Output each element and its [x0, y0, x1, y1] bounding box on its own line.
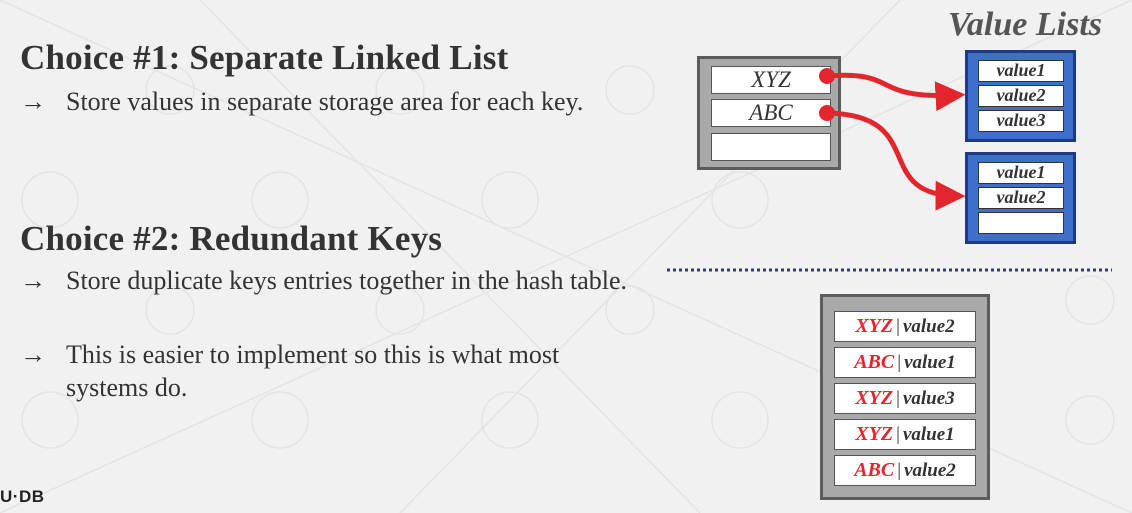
- redundant-entry-5: ABC | value2: [834, 455, 976, 486]
- redundant-keys-table: XYZ | value2 ABC | value1 XYZ | value3 XYZ | val…: [820, 294, 990, 500]
- entry-value: value2: [904, 460, 956, 481]
- pointer-abc-to-list: [826, 110, 966, 211]
- entry-separator: |: [896, 388, 900, 409]
- entry-value: value3: [902, 388, 955, 409]
- entry-separator: |: [897, 352, 902, 373]
- redundant-entry-4: XYZ | value1: [834, 419, 976, 450]
- entry-separator: |: [896, 316, 900, 337]
- pointer-dot-xyz: [819, 68, 835, 84]
- entry-key: ABC: [854, 459, 895, 481]
- pointer-dot-abc: [819, 105, 835, 121]
- entry-value: value1: [902, 424, 955, 445]
- entry-key: XYZ: [855, 315, 894, 337]
- entry-key: ABC: [854, 351, 895, 373]
- entry-separator: |: [897, 460, 902, 481]
- redundant-entry-2: ABC | value1: [834, 347, 976, 378]
- redundant-entry-3: XYZ | value3: [834, 383, 976, 414]
- pointer-xyz-to-list: [826, 72, 966, 112]
- redundant-entry-1: XYZ | value2: [834, 311, 976, 342]
- entry-value: value1: [904, 352, 956, 373]
- entry-value: value2: [902, 316, 955, 337]
- entry-key: XYZ: [855, 423, 894, 445]
- entry-key: XYZ: [855, 387, 894, 409]
- entry-separator: |: [896, 424, 900, 445]
